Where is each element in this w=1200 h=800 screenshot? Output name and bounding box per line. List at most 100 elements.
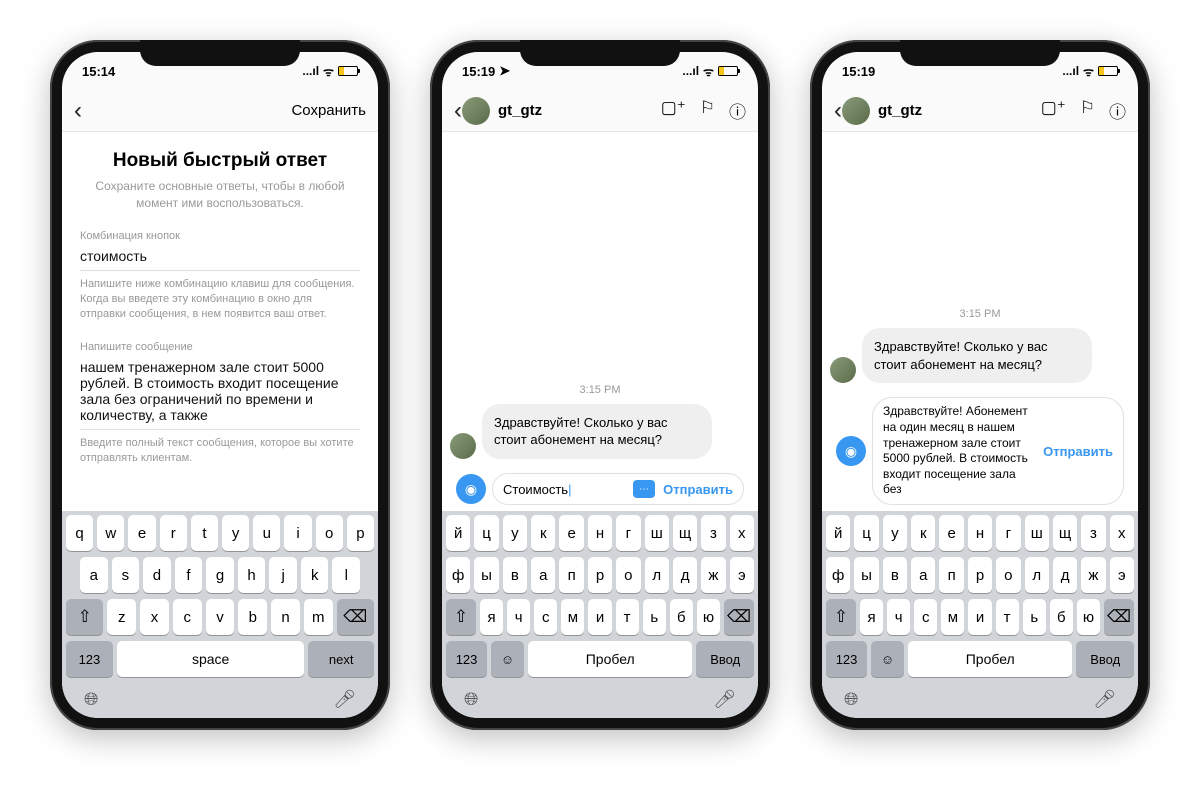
key-м[interactable]: м <box>561 599 584 635</box>
space-key[interactable]: Пробел <box>528 641 692 677</box>
key-к[interactable]: к <box>531 515 555 551</box>
key-t[interactable]: t <box>191 515 218 551</box>
space-key[interactable]: space <box>117 641 305 677</box>
key-x[interactable]: x <box>140 599 169 635</box>
key-е[interactable]: е <box>939 515 963 551</box>
key-д[interactable]: д <box>1053 557 1077 593</box>
key-т[interactable]: т <box>996 599 1019 635</box>
key-a[interactable]: a <box>80 557 108 593</box>
back-button[interactable]: ‹ <box>834 97 842 125</box>
video-call-icon[interactable]: ▢⁺ <box>661 98 686 123</box>
space-key[interactable]: Пробел <box>908 641 1072 677</box>
key-а[interactable]: а <box>531 557 555 593</box>
key-м[interactable]: м <box>941 599 964 635</box>
message-input[interactable]: Здравствуйте! Абонемент на один месяц в … <box>883 404 1035 498</box>
globe-icon[interactable]: 🌐︎ <box>844 689 858 710</box>
return-key[interactable]: next <box>308 641 374 677</box>
shift-key[interactable]: ⇧ <box>66 599 103 635</box>
key-д[interactable]: д <box>673 557 697 593</box>
mic-icon[interactable]: 🎤︎ <box>333 689 356 710</box>
key-н[interactable]: н <box>968 515 992 551</box>
key-n[interactable]: n <box>271 599 300 635</box>
key-u[interactable]: u <box>253 515 280 551</box>
input-wrap[interactable]: Стоимость| ⋯ Отправить <box>492 473 744 505</box>
key-ь[interactable]: ь <box>1023 599 1046 635</box>
info-icon[interactable]: ⓘ <box>729 98 746 123</box>
key-й[interactable]: й <box>826 515 850 551</box>
key-ш[interactable]: ш <box>645 515 669 551</box>
key-е[interactable]: е <box>559 515 583 551</box>
key-т[interactable]: т <box>616 599 639 635</box>
return-key[interactable]: Ввод <box>696 641 754 677</box>
key-у[interactable]: у <box>883 515 907 551</box>
key-х[interactable]: х <box>1110 515 1134 551</box>
key-р[interactable]: р <box>968 557 992 593</box>
key-в[interactable]: в <box>883 557 907 593</box>
key-г[interactable]: г <box>616 515 640 551</box>
return-key[interactable]: Ввод <box>1076 641 1134 677</box>
back-button[interactable]: ‹ <box>74 97 82 125</box>
key-с[interactable]: с <box>534 599 557 635</box>
key-ц[interactable]: ц <box>854 515 878 551</box>
key-r[interactable]: r <box>160 515 187 551</box>
quick-reply-icon[interactable]: ⋯ <box>633 480 655 498</box>
camera-button[interactable]: ◉ <box>836 436 866 466</box>
info-icon[interactable]: ⓘ <box>1109 98 1126 123</box>
key-я[interactable]: я <box>860 599 883 635</box>
camera-button[interactable]: ◉ <box>456 474 486 504</box>
message-input[interactable]: Стоимость| <box>503 482 629 497</box>
key-н[interactable]: н <box>588 515 612 551</box>
key-m[interactable]: m <box>304 599 333 635</box>
key-п[interactable]: п <box>559 557 583 593</box>
key-d[interactable]: d <box>143 557 171 593</box>
key-ы[interactable]: ы <box>854 557 878 593</box>
chat-user[interactable]: gt_gtz <box>462 97 661 125</box>
emoji-key[interactable]: ☺ <box>491 641 524 677</box>
key-j[interactable]: j <box>269 557 297 593</box>
key-щ[interactable]: щ <box>673 515 697 551</box>
back-button[interactable]: ‹ <box>454 97 462 125</box>
key-э[interactable]: э <box>1110 557 1134 593</box>
input-wrap[interactable]: Здравствуйте! Абонемент на один месяц в … <box>872 397 1124 505</box>
delete-key[interactable]: ⌫ <box>337 599 374 635</box>
globe-icon[interactable]: 🌐︎ <box>464 689 478 710</box>
numbers-key[interactable]: 123 <box>826 641 867 677</box>
key-f[interactable]: f <box>175 557 203 593</box>
key-l[interactable]: l <box>332 557 360 593</box>
key-k[interactable]: k <box>301 557 329 593</box>
key-в[interactable]: в <box>503 557 527 593</box>
key-ф[interactable]: ф <box>446 557 470 593</box>
key-я[interactable]: я <box>480 599 503 635</box>
key-e[interactable]: e <box>128 515 155 551</box>
key-ч[interactable]: ч <box>507 599 530 635</box>
key-щ[interactable]: щ <box>1053 515 1077 551</box>
delete-key[interactable]: ⌫ <box>724 599 754 635</box>
key-ф[interactable]: ф <box>826 557 850 593</box>
key-р[interactable]: р <box>588 557 612 593</box>
key-ь[interactable]: ь <box>643 599 666 635</box>
key-ц[interactable]: ц <box>474 515 498 551</box>
key-з[interactable]: з <box>701 515 725 551</box>
key-p[interactable]: p <box>347 515 374 551</box>
key-ж[interactable]: ж <box>1081 557 1105 593</box>
mic-icon[interactable]: 🎤︎ <box>713 689 736 710</box>
key-c[interactable]: c <box>173 599 202 635</box>
key-с[interactable]: с <box>914 599 937 635</box>
key-q[interactable]: q <box>66 515 93 551</box>
shift-key[interactable]: ⇧ <box>826 599 856 635</box>
shortcut-input[interactable]: стоимость <box>80 248 360 271</box>
key-g[interactable]: g <box>206 557 234 593</box>
numbers-key[interactable]: 123 <box>446 641 487 677</box>
send-button[interactable]: Отправить <box>1043 444 1113 459</box>
key-i[interactable]: i <box>284 515 311 551</box>
mic-icon[interactable]: 🎤︎ <box>1093 689 1116 710</box>
key-o[interactable]: o <box>316 515 343 551</box>
delete-key[interactable]: ⌫ <box>1104 599 1134 635</box>
key-п[interactable]: п <box>939 557 963 593</box>
key-б[interactable]: б <box>670 599 693 635</box>
key-ы[interactable]: ы <box>474 557 498 593</box>
key-v[interactable]: v <box>206 599 235 635</box>
message-input[interactable]: нашем тренажерном зале стоит 5000 рублей… <box>80 359 360 430</box>
save-button[interactable]: Сохранить <box>291 102 366 119</box>
key-э[interactable]: э <box>730 557 754 593</box>
